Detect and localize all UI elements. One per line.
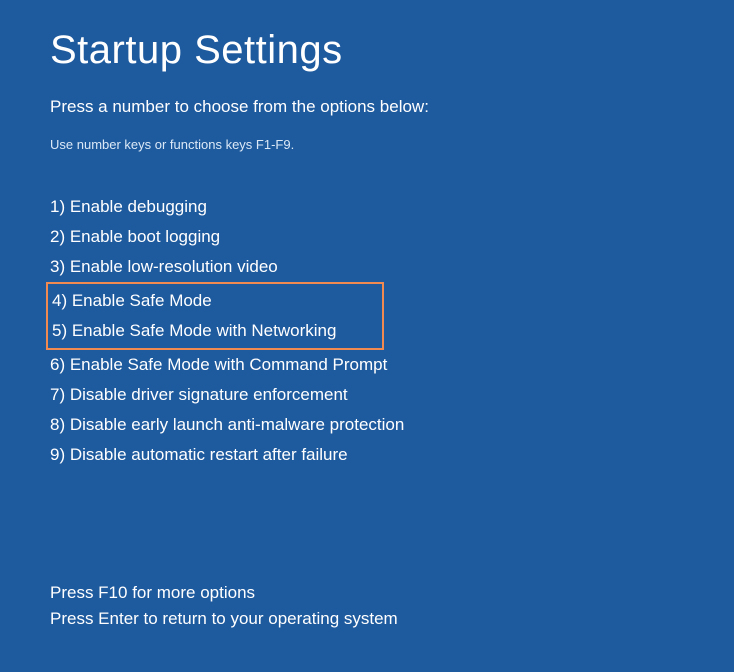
option-9[interactable]: 9) Disable automatic restart after failu… xyxy=(50,440,684,470)
subtitle: Press a number to choose from the option… xyxy=(50,97,684,117)
footer-return: Press Enter to return to your operating … xyxy=(50,606,684,632)
option-6[interactable]: 6) Enable Safe Mode with Command Prompt xyxy=(50,350,684,380)
option-1[interactable]: 1) Enable debugging xyxy=(50,192,684,222)
page-title: Startup Settings xyxy=(50,28,684,73)
option-7[interactable]: 7) Disable driver signature enforcement xyxy=(50,380,684,410)
option-3[interactable]: 3) Enable low-resolution video xyxy=(50,252,684,282)
option-8[interactable]: 8) Disable early launch anti-malware pro… xyxy=(50,410,684,440)
option-5[interactable]: 5) Enable Safe Mode with Networking xyxy=(52,316,378,346)
startup-settings-screen: Startup Settings Press a number to choos… xyxy=(0,0,734,672)
footer-more-options: Press F10 for more options xyxy=(50,580,684,606)
hint-text: Use number keys or functions keys F1-F9. xyxy=(50,137,684,152)
footer: Press F10 for more options Press Enter t… xyxy=(50,580,684,632)
option-4[interactable]: 4) Enable Safe Mode xyxy=(52,286,378,316)
highlight-box: 4) Enable Safe Mode5) Enable Safe Mode w… xyxy=(46,282,384,350)
options-list: 1) Enable debugging2) Enable boot loggin… xyxy=(50,192,684,470)
option-2[interactable]: 2) Enable boot logging xyxy=(50,222,684,252)
